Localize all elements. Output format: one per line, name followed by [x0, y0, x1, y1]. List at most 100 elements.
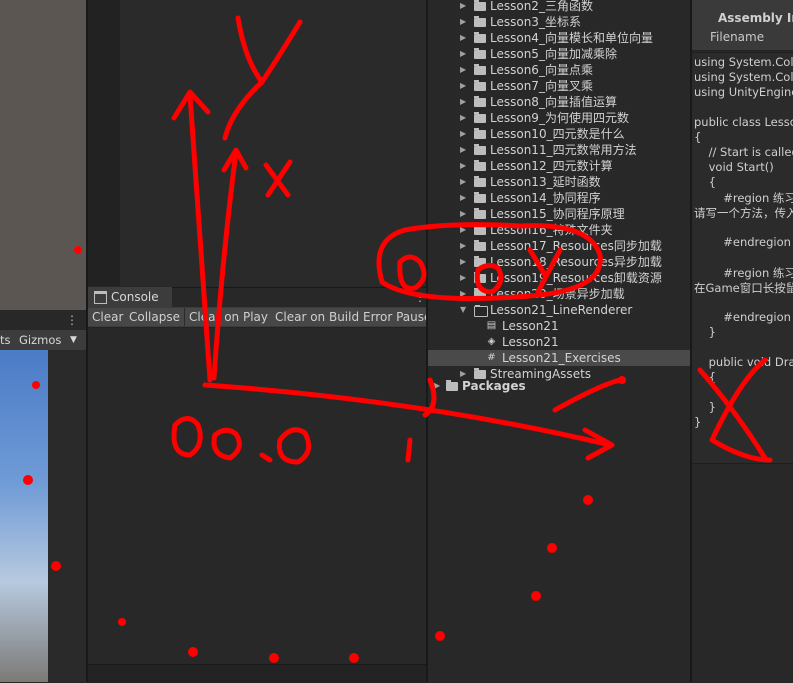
csharp-script-icon: #: [487, 352, 496, 363]
gizmos-dropdown-icon[interactable]: ▼: [70, 335, 77, 345]
expand-arrow-icon[interactable]: ▶: [460, 94, 466, 110]
project-item-label: Lesson9_为何使用四元数: [490, 111, 629, 125]
project-item-label: Lesson21_LineRenderer: [490, 303, 633, 317]
project-item[interactable]: ▶ Lesson18_Resources异步加载: [428, 254, 690, 270]
project-item[interactable]: ▼ Lesson21_LineRenderer: [428, 302, 690, 318]
game-view[interactable]: [0, 350, 48, 682]
project-item[interactable]: ▶ Lesson13_延时函数: [428, 174, 690, 190]
console-tab-label: Console: [111, 290, 159, 304]
filename-label: Filename: [710, 30, 765, 44]
folder-icon: [474, 112, 486, 123]
project-item[interactable]: ▶ Lesson15_协同程序原理: [428, 206, 690, 222]
project-item[interactable]: ◈ Lesson21: [428, 334, 690, 350]
code-line: using System.Coll: [694, 70, 793, 84]
project-item-label: Lesson7_向量叉乘: [490, 79, 593, 93]
project-item-label: Lesson17_Resources同步加载: [490, 239, 662, 253]
hierarchy-area[interactable]: [120, 0, 426, 286]
folder-icon: [474, 288, 486, 299]
console-log-area[interactable]: [88, 328, 426, 682]
project-item[interactable]: ▶ Lesson8_向量插值运算: [428, 94, 690, 110]
scene-more-options-icon[interactable]: ⋮: [66, 313, 78, 327]
code-line: #endregion: [694, 310, 791, 324]
project-item-label: Lesson10_四元数是什么: [490, 127, 625, 141]
folder-icon: [474, 192, 486, 203]
project-item-label: Lesson4_向量模长和单位向量: [490, 31, 653, 45]
project-item-label: Lesson21: [502, 335, 559, 349]
folder-icon: [474, 80, 486, 91]
project-item[interactable]: ▶ Lesson11_四元数常用方法: [428, 142, 690, 158]
folder-icon: [474, 160, 486, 171]
expand-arrow-icon[interactable]: ▶: [460, 78, 466, 94]
more-options-icon[interactable]: ⋮: [414, 290, 426, 304]
expand-arrow-icon[interactable]: ▶: [460, 14, 466, 30]
expand-arrow-icon[interactable]: ▶: [460, 222, 466, 238]
inspector-title: Assembly Info: [718, 11, 793, 25]
expand-arrow-icon[interactable]: ▶: [460, 254, 466, 270]
project-item[interactable]: ▶ Lesson12_四元数计算: [428, 158, 690, 174]
expand-arrow-icon[interactable]: ▶: [460, 110, 466, 126]
code-line: {: [694, 175, 716, 189]
code-line: public class Lesso: [694, 115, 793, 129]
error-pause-button[interactable]: Error Pause: [359, 308, 437, 326]
project-item[interactable]: ▶ Lesson3_坐标系: [428, 14, 690, 30]
hierarchy-panel: [88, 0, 426, 286]
clear-on-build-button[interactable]: Clear on Build: [271, 308, 365, 326]
expand-arrow-icon[interactable]: ▶: [460, 206, 466, 222]
project-item[interactable]: ▶ Lesson5_向量加减乘除: [428, 46, 690, 62]
project-item[interactable]: ▶ Lesson16_特殊文件夹: [428, 222, 690, 238]
expand-arrow-icon[interactable]: ▶: [460, 142, 466, 158]
project-item[interactable]: ▶ Lesson10_四元数是什么: [428, 126, 690, 142]
expand-arrow-icon[interactable]: ▶: [460, 30, 466, 46]
collapse-arrow-icon[interactable]: ▼: [460, 302, 466, 318]
expand-arrow-icon[interactable]: ▶: [460, 46, 466, 62]
code-line: 请写一个方法，传入: [694, 206, 793, 220]
code-line: }: [694, 415, 702, 429]
expand-arrow-icon[interactable]: ▶: [460, 286, 466, 302]
gizmos-button[interactable]: Gizmos: [19, 333, 61, 347]
expand-arrow-icon[interactable]: ▶: [460, 0, 466, 14]
project-item[interactable]: ▶ Lesson4_向量模长和单位向量: [428, 30, 690, 46]
expand-arrow-icon[interactable]: ▶: [460, 270, 466, 286]
code-line: }: [694, 400, 716, 414]
console-icon: [94, 291, 107, 304]
console-detail-area: [88, 664, 426, 683]
project-item[interactable]: ▶ Lesson19_Resources卸载资源: [428, 270, 690, 286]
project-item[interactable]: ▶ Packages: [428, 378, 690, 394]
folder-icon: [474, 144, 486, 155]
folder-icon: [446, 380, 458, 391]
project-item-label: Lesson19_Resources卸载资源: [490, 271, 662, 285]
scene-asset-icon: ▤: [486, 320, 497, 331]
project-item[interactable]: ▶ Lesson7_向量叉乘: [428, 78, 690, 94]
folder-icon: [474, 96, 486, 107]
collapse-button[interactable]: Collapse: [125, 308, 185, 326]
console-tab[interactable]: Console: [88, 287, 172, 307]
project-item[interactable]: ▤ Lesson21: [428, 318, 690, 334]
clear-button[interactable]: Clear: [88, 308, 129, 326]
expand-arrow-icon[interactable]: ▶: [460, 126, 466, 142]
project-item-label: Lesson11_四元数常用方法: [490, 143, 637, 157]
script-preview: using System.Coll using System.Coll using …: [692, 52, 793, 464]
project-item-label: Packages: [462, 379, 526, 393]
project-item[interactable]: ▶ Lesson6_向量点乘: [428, 62, 690, 78]
expand-arrow-icon[interactable]: ▶: [460, 62, 466, 78]
project-item[interactable]: ▶ Lesson9_为何使用四元数: [428, 110, 690, 126]
folder-icon: [474, 0, 486, 11]
expand-arrow-icon[interactable]: ▶: [460, 174, 466, 190]
project-item[interactable]: # Lesson21_Exercises: [428, 350, 690, 366]
expand-arrow-icon[interactable]: ▶: [460, 238, 466, 254]
folder-icon: [474, 64, 486, 75]
project-item[interactable]: ▶ Lesson17_Resources同步加载: [428, 238, 690, 254]
expand-arrow-icon[interactable]: ▶: [460, 158, 466, 174]
folder-icon: [474, 176, 486, 187]
project-item-label: Lesson13_延时函数: [490, 175, 601, 189]
expand-arrow-icon[interactable]: ▶: [460, 190, 466, 206]
scene-view[interactable]: [0, 0, 86, 310]
clear-on-play-button[interactable]: Clear on Play: [185, 308, 273, 326]
project-item[interactable]: ▶ Lesson20_场景异步加载: [428, 286, 690, 302]
expand-arrow-icon[interactable]: ▶: [434, 378, 440, 394]
project-item[interactable]: ▶ Lesson14_协同程序: [428, 190, 690, 206]
code-line: #region 练习题: [723, 266, 793, 280]
scene-toolbar-partial-label[interactable]: ts: [0, 333, 11, 347]
folder-icon: [474, 208, 486, 219]
project-item[interactable]: ▶ Lesson2_三角函数: [428, 0, 690, 14]
